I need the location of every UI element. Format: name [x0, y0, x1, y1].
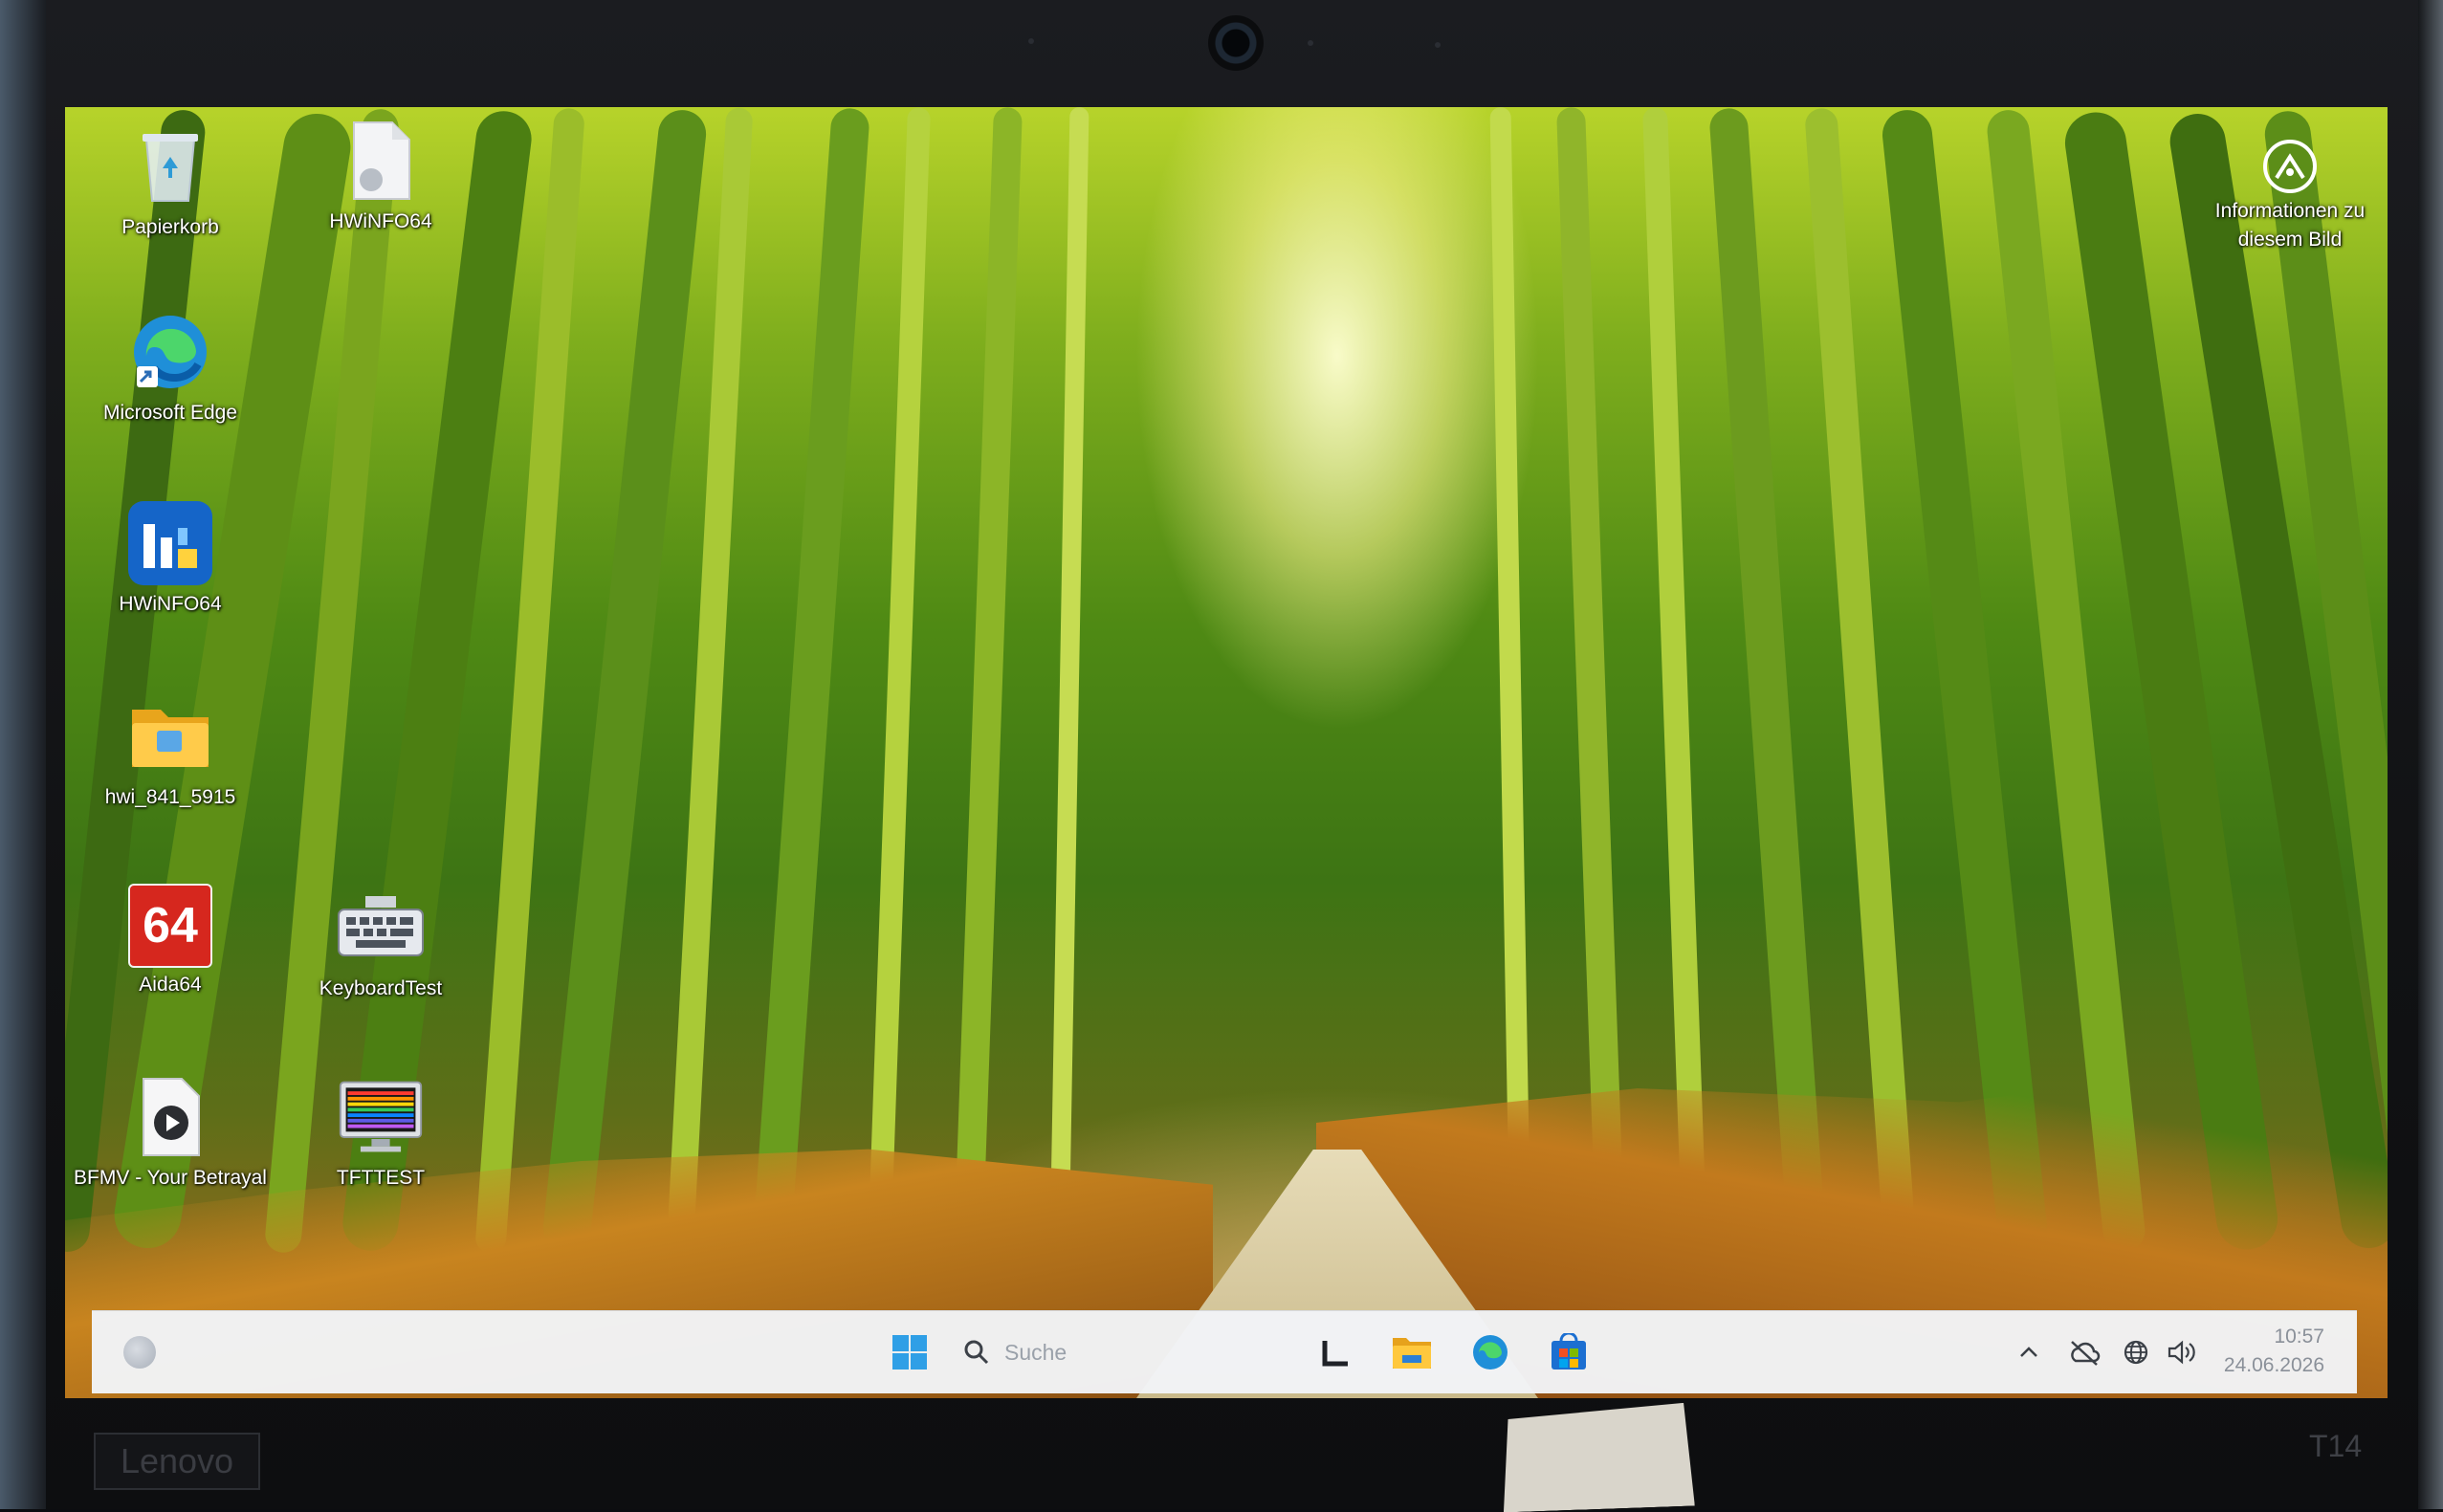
- wallpaper-bamboo: [1489, 107, 1531, 1256]
- widgets-icon: [123, 1336, 156, 1369]
- search-placeholder: Suche: [1004, 1339, 1067, 1365]
- background-right: [2418, 0, 2443, 1509]
- desktop-icon-hwinfo[interactable]: HWiNFO64: [84, 499, 256, 643]
- clock-time: 10:57: [2274, 1326, 2324, 1348]
- store-icon: [1552, 1333, 1586, 1370]
- info-line-2: diesem Bild: [2237, 229, 2343, 251]
- network-button[interactable]: [2112, 1311, 2160, 1393]
- sensor-dot: [1435, 42, 1441, 48]
- desktop-icon-label: HWiNFO64: [119, 593, 222, 615]
- taskbar-clock[interactable]: 10:57 24.06.2026: [2200, 1323, 2324, 1382]
- recycle-bin-icon: [126, 122, 214, 210]
- task-view-icon: [1322, 1341, 1348, 1367]
- wallpaper-bamboo: [1708, 107, 1827, 1255]
- edge-taskbar-button[interactable]: [1454, 1311, 1527, 1393]
- sensor-dot: [1028, 38, 1034, 44]
- onedrive-status[interactable]: [2057, 1311, 2112, 1393]
- desktop-icon-label: Microsoft Edge: [102, 402, 238, 424]
- task-view-button[interactable]: [1303, 1311, 1370, 1393]
- monitor-test-icon: [337, 1073, 425, 1161]
- webcam: [1208, 15, 1264, 71]
- wallpaper-bamboo: [1556, 107, 1625, 1256]
- start-button[interactable]: [876, 1311, 943, 1393]
- taskbar-search[interactable]: Suche: [962, 1325, 1307, 1380]
- wallpaper-bamboo: [954, 107, 1023, 1256]
- desktop-icon-hwinfo-shortcut[interactable]: HWiNFO64: [295, 117, 467, 260]
- speaker-icon: [2168, 1340, 2195, 1365]
- laptop-brand-logo: Lenovo: [94, 1433, 260, 1490]
- desktop-icon-label: KeyboardTest: [319, 977, 443, 999]
- background-left: [0, 0, 46, 1509]
- wallpaper-bamboo: [752, 107, 870, 1255]
- desktop-icon-label: hwi_841_5915: [104, 786, 236, 808]
- desktop-icon-label: HWiNFO64: [329, 210, 432, 232]
- file-shortcut-icon: [337, 117, 425, 205]
- keyboard-icon: [337, 884, 425, 972]
- laptop-model-label: T14: [2309, 1429, 2363, 1463]
- wallpaper-bamboo: [868, 107, 931, 1256]
- edge-icon: [126, 308, 214, 396]
- desktop-icon-label: BFMV - Your Betrayal: [74, 1167, 267, 1189]
- clock-date: 24.06.2026: [2223, 1354, 2324, 1376]
- edge-icon: [1473, 1335, 1508, 1370]
- desktop-icon-tfttest[interactable]: TFTTEST: [295, 1073, 467, 1216]
- aida64-badge: 64: [143, 898, 198, 953]
- desktop-icon-folder[interactable]: hwi_841_5915: [84, 692, 256, 836]
- desktop-icon-label: Aida64: [139, 974, 202, 996]
- desktop-icon-video[interactable]: BFMV - Your Betrayal: [74, 1073, 267, 1216]
- spotlight-info-icon: [2259, 136, 2321, 197]
- image-info-widget[interactable]: Informationen zu diesem Bild: [2194, 136, 2386, 254]
- desktop-icon-edge[interactable]: Microsoft Edge: [84, 308, 256, 451]
- tray-overflow-button[interactable]: [2005, 1311, 2053, 1393]
- desktop-icon-label: Papierkorb: [121, 216, 219, 238]
- desktop-icon-keyboardtest[interactable]: KeyboardTest: [295, 884, 467, 1027]
- folder-icon: [126, 692, 214, 780]
- wallpaper-bamboo: [1049, 107, 1089, 1256]
- network-globe-icon: [2124, 1340, 2148, 1365]
- widgets-button[interactable]: [111, 1311, 168, 1393]
- wallpaper-bamboo: [1642, 107, 1707, 1256]
- start-icon: [892, 1335, 927, 1370]
- aida64-icon: 64: [128, 884, 212, 968]
- desktop-icon-label: TFTTEST: [336, 1167, 426, 1189]
- cloud-offline-icon: [2071, 1341, 2101, 1366]
- taskbar: Suche 10:57 24.06.2026: [92, 1310, 2357, 1393]
- tape-sticker: [1500, 1403, 1695, 1512]
- desktop-screen: Papierkorb HWiNFO64 Microsoft Edge HWiNF…: [65, 107, 2388, 1398]
- desktop-icon-recycle-bin[interactable]: Papierkorb: [84, 122, 256, 266]
- file-explorer-icon: [1393, 1338, 1431, 1369]
- sensor-dot: [1308, 40, 1313, 46]
- hwinfo-icon: [126, 499, 214, 587]
- volume-button[interactable]: [2158, 1311, 2206, 1393]
- file-explorer-button[interactable]: [1376, 1311, 1448, 1393]
- desktop-icon-aida64[interactable]: 64 Aida64: [84, 884, 256, 1027]
- chevron-up-icon: [2020, 1347, 2037, 1357]
- info-line-1: Informationen zu: [2214, 200, 2366, 222]
- store-button[interactable]: [1532, 1311, 1605, 1393]
- video-file-icon: [126, 1073, 214, 1161]
- search-icon: [964, 1340, 989, 1365]
